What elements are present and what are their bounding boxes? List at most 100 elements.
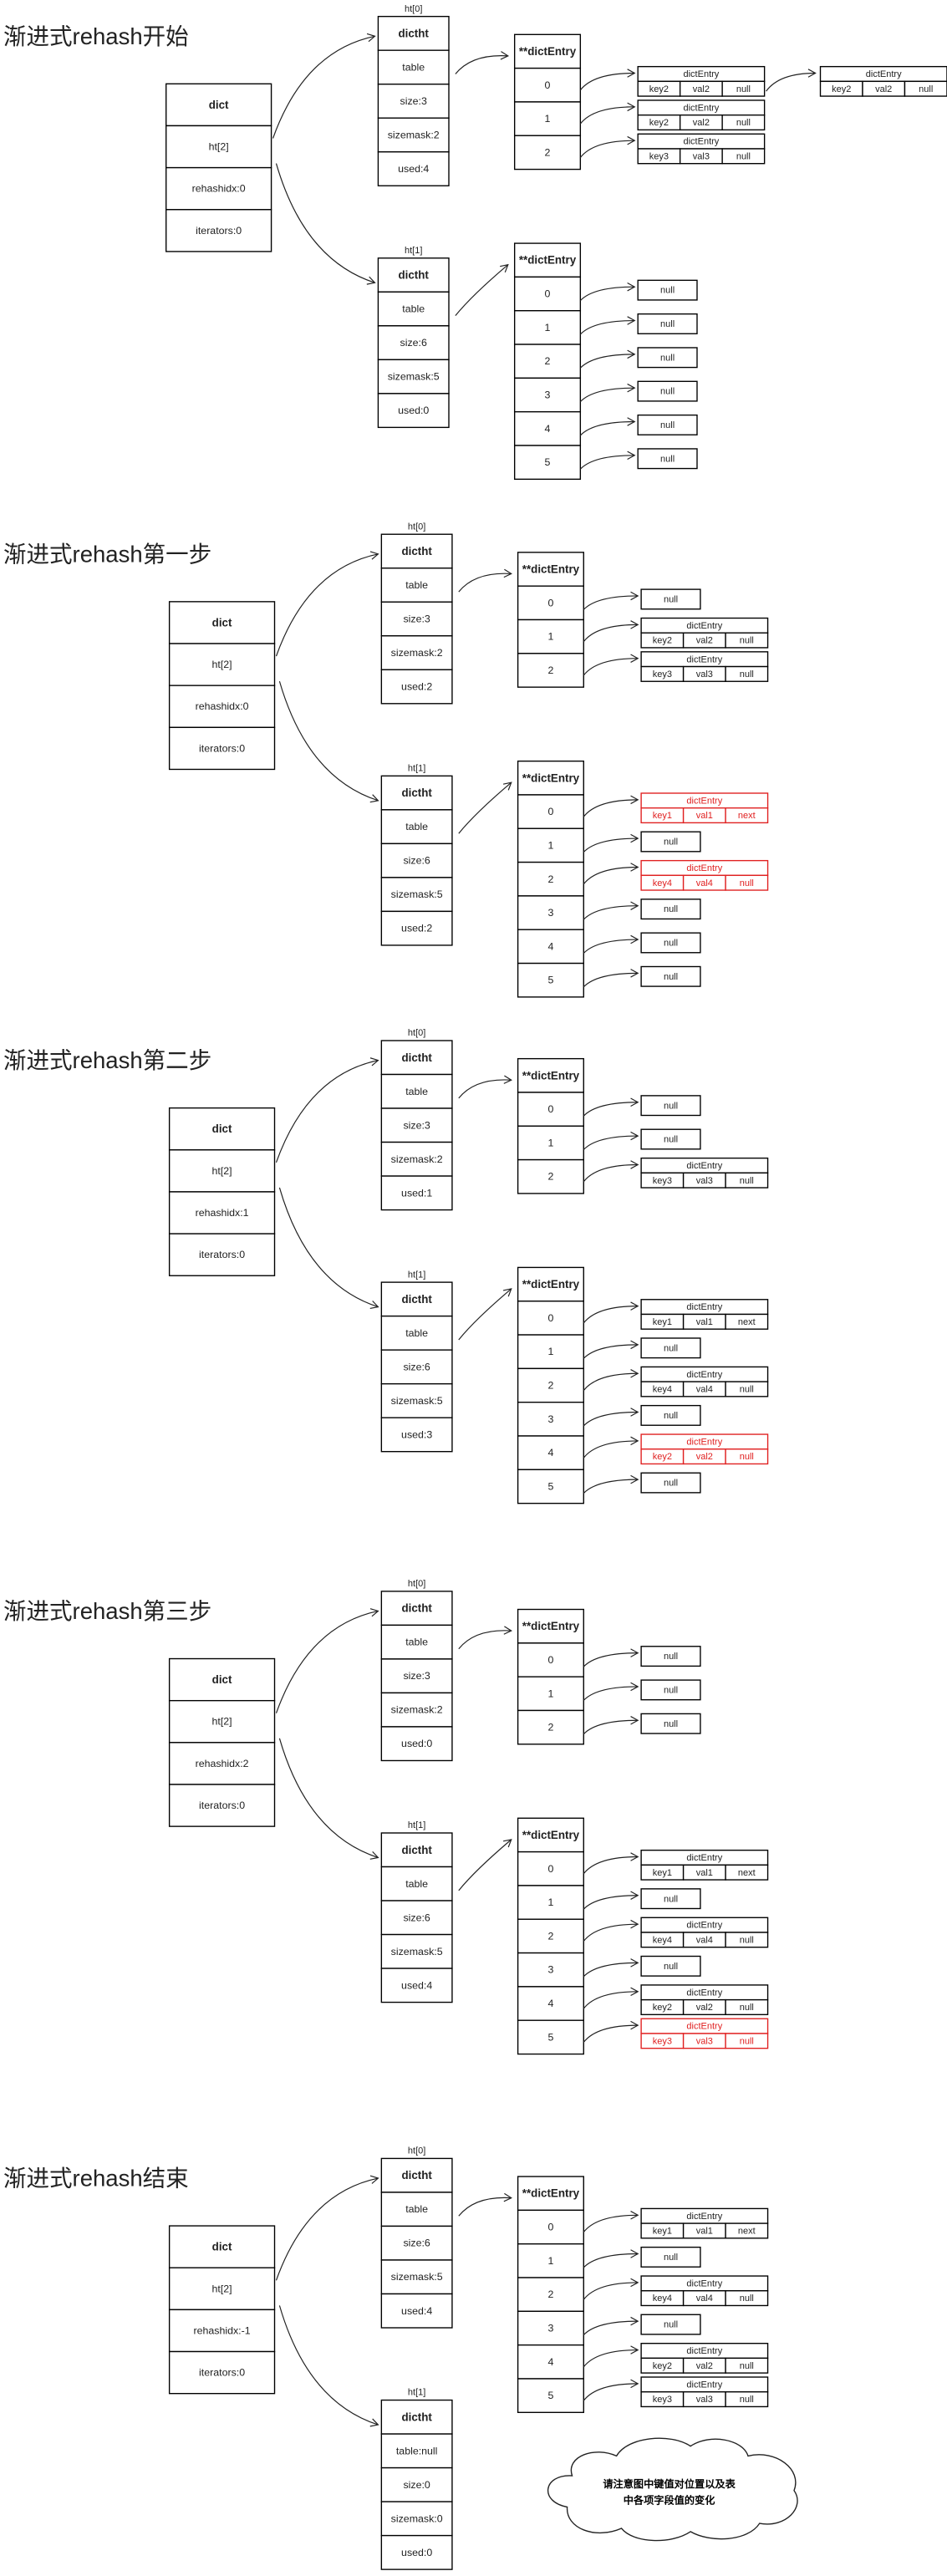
arrow-icon [583, 1369, 639, 1391]
arrow-line [278, 2305, 379, 2426]
arrow-icon [458, 1839, 512, 1891]
arrow-icon [275, 551, 379, 657]
bucket-index: 1 [547, 839, 553, 851]
dictht-header: dictht [401, 2411, 432, 2423]
arrow-line [275, 553, 379, 657]
dict-field: ht[2] [212, 1165, 232, 1177]
dict-struct: dict ht[2] rehashidx:2 iterators:0 [168, 1657, 276, 1827]
arrow-line [583, 866, 639, 885]
bucket-index: 3 [547, 1964, 553, 1976]
arrow-icon [583, 2278, 639, 2300]
arrow-icon [583, 1408, 639, 1427]
arrow-line [579, 106, 635, 125]
entry-key: key2 [653, 636, 672, 646]
dict-field: iterators:0 [199, 742, 245, 754]
arrow-icon [583, 969, 639, 988]
entry-key: key4 [653, 2293, 672, 2304]
section-0: 渐进式rehash开始 dict ht[2] rehashidx:0 iterators… [3, 4, 947, 481]
entry-header: dictEntry [684, 69, 720, 79]
entry-next: null [740, 669, 754, 680]
entry-next: null [736, 151, 751, 161]
arrow-line [458, 573, 512, 593]
entry-next: null [740, 2003, 754, 2013]
dictht-0: ht[0] dictht table size:3 sizemask:2 used:0 **… [380, 1579, 701, 1762]
dict-entry: dictEntry key4 val4 null [640, 859, 769, 891]
arrow-line [579, 420, 635, 436]
null-entry: null [640, 1646, 701, 1667]
bucket-index: 0 [547, 1312, 553, 1324]
arrow-line [579, 354, 635, 369]
dictht-header: dictht [401, 1293, 432, 1306]
arrow-icon [458, 1075, 512, 1099]
dictht-field: used:2 [401, 681, 432, 693]
dictht-field: size:6 [403, 855, 430, 867]
arrow-icon [583, 1891, 639, 1910]
dictht-field: table [405, 1327, 428, 1339]
entry-val: val2 [696, 2361, 713, 2371]
arrow-icon [579, 282, 636, 302]
arrow-icon [766, 69, 817, 92]
entry-val: val2 [693, 84, 710, 94]
arrow-line [583, 939, 639, 954]
arrow-icon [583, 1340, 639, 1359]
dict-entry: dictEntry key4 val4 null [640, 1366, 769, 1397]
arrow-icon [583, 1919, 639, 1942]
ht-label: ht[1] [408, 763, 425, 773]
arrow-line [579, 455, 635, 470]
arrow-line [278, 680, 379, 802]
rehash-diagram: 渐进式rehash开始 dict ht[2] rehashidx:0 iterators… [3, 4, 947, 2570]
entry-val: val2 [693, 118, 710, 128]
arrow-line [272, 35, 375, 139]
arrow-line [275, 2177, 379, 2281]
entry-key: key4 [653, 878, 672, 888]
arrow-line [583, 799, 639, 817]
dict-entry: dictEntry key4 val4 null [640, 1917, 769, 1948]
bucket-index: 2 [545, 146, 551, 158]
arrow-icon [583, 2316, 639, 2335]
null-entry: null [637, 448, 698, 470]
dict-field: iterators:0 [199, 1249, 245, 1260]
null-entry: null [637, 279, 698, 301]
null-entry: null [640, 1888, 701, 1910]
section-title: 渐进式rehash第二步 [3, 1047, 211, 1073]
arrow-line [455, 264, 509, 317]
arrow-line [579, 72, 635, 91]
entry-header: dictEntry [686, 621, 722, 631]
bucket-index: 0 [547, 806, 553, 817]
dictht-0: ht[0] dictht table size:3 sizemask:2 used:4 **… [377, 4, 947, 186]
bucket-index: 1 [545, 113, 551, 125]
arrow-line [583, 837, 639, 853]
bucket-array-header: **dictEntry [522, 1829, 580, 1841]
bucket-index: 3 [547, 907, 553, 919]
dictht-header: dictht [401, 2169, 432, 2181]
dictht-header: dictht [401, 1844, 432, 1856]
arrow-icon [583, 654, 639, 676]
dictht-field: table [402, 61, 425, 73]
dictht-1: ht[1] dictht table size:6 sizemask:5 used:3 **… [380, 1266, 769, 1504]
arrow-icon [455, 263, 509, 317]
dictht-field: table [405, 821, 428, 832]
null-label: null [660, 420, 675, 430]
dict-entry: dictEntry key2 val2 null [640, 2343, 769, 2374]
arrow-line [275, 1610, 379, 1713]
entry-val: val2 [696, 636, 713, 646]
arrow-icon [583, 833, 639, 853]
null-label: null [660, 353, 675, 363]
arrow-icon [455, 51, 510, 74]
arrow-line [766, 72, 816, 92]
entry-next: null [740, 2361, 754, 2371]
null-label: null [664, 2320, 678, 2330]
dict-field: ht[2] [212, 1716, 232, 1728]
arrow-line [583, 1895, 639, 1910]
arrow-line [583, 1163, 639, 1183]
dictht-field: size:3 [403, 1670, 430, 1682]
dict-struct: dict ht[2] rehashidx:-1 iterators:0 [168, 2225, 276, 2395]
arrow-line [583, 1372, 639, 1391]
arrow-icon [278, 2305, 379, 2427]
entry-header: dictEntry [686, 2278, 722, 2288]
arrow-line [583, 1686, 639, 1701]
dictht-field: used:0 [398, 405, 429, 416]
entry-next: next [738, 811, 756, 821]
ht-label: ht[0] [408, 1579, 425, 1589]
null-entry: null [637, 313, 698, 334]
